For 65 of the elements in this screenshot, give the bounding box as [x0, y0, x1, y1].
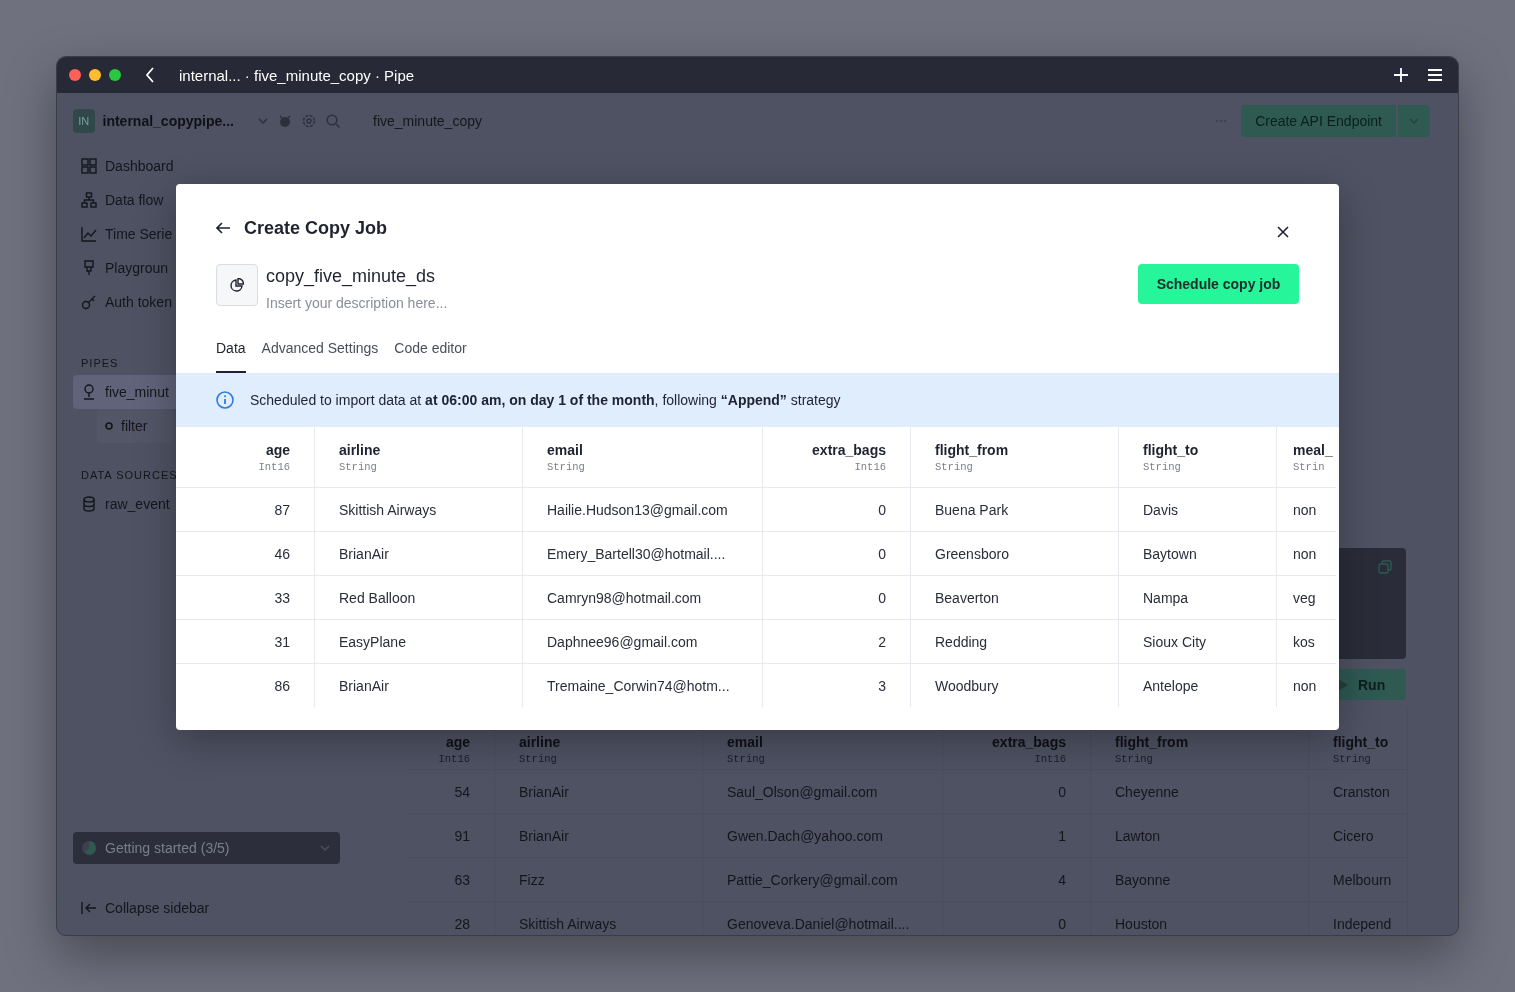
table-cell: Bayonne — [1091, 857, 1309, 901]
table-cell: non — [1277, 663, 1336, 707]
table-cell: Beaverton — [911, 575, 1119, 619]
table-cell: 3 — [763, 663, 911, 707]
table-cell: Hailie.Hudson13@gmail.com — [523, 487, 763, 531]
table-cell: Lawton — [1091, 813, 1309, 857]
table-cell: BrianAir — [495, 769, 703, 813]
table-cell: Saul_Olson@gmail.com — [703, 769, 943, 813]
table-cell: Independ — [1309, 901, 1408, 935]
table-cell: Baytown — [1119, 531, 1277, 575]
table-cell: Genoveva.Daniel@hotmail.... — [703, 901, 943, 935]
table-cell: 0 — [943, 769, 1091, 813]
table-cell: 28 — [406, 901, 495, 935]
dialog-title: Create Copy Job — [244, 217, 389, 239]
table-cell: 0 — [763, 487, 911, 531]
table-cell: Camryn98@hotmail.com — [523, 575, 763, 619]
table-cell: 87 — [176, 487, 315, 531]
table-cell: 54 — [406, 769, 495, 813]
table-cell: 63 — [406, 857, 495, 901]
table-cell: 2 — [763, 619, 911, 663]
table-cell: 4 — [943, 857, 1091, 901]
table-cell: Nampa — [1119, 575, 1277, 619]
table-cell: veg — [1277, 575, 1336, 619]
pipe-name: copy_five_minute_ds — [266, 265, 437, 288]
table-cell: Skittish Airways — [495, 901, 703, 935]
table-cell: Cranston — [1309, 769, 1408, 813]
table-cell: BrianAir — [495, 813, 703, 857]
table-cell: Emery_Bartell30@hotmail.... — [523, 531, 763, 575]
table-cell: 46 — [176, 531, 315, 575]
table-cell: BrianAir — [315, 531, 523, 575]
table-cell: 91 — [406, 813, 495, 857]
table-cell: 31 — [176, 619, 315, 663]
table-cell: Antelope — [1119, 663, 1277, 707]
table-cell: Cheyenne — [1091, 769, 1309, 813]
table-cell: 1 — [943, 813, 1091, 857]
window-title: internal... · five_minute_copy · Pipe — [179, 66, 416, 84]
table-cell: Fizz — [495, 857, 703, 901]
table-cell: 86 — [176, 663, 315, 707]
table-cell: Cicero — [1309, 813, 1408, 857]
table-cell: 33 — [176, 575, 315, 619]
table-cell: Tremaine_Corwin74@hotm... — [523, 663, 763, 707]
table-cell: 0 — [763, 531, 911, 575]
table-cell: Melbourn — [1309, 857, 1408, 901]
table-cell: Woodbury — [911, 663, 1119, 707]
table-cell: non — [1277, 487, 1336, 531]
section-title: DATA SOURCES — [81, 469, 178, 481]
table-cell: Skittish Airways — [315, 487, 523, 531]
table-cell: Redding — [911, 619, 1119, 663]
table-cell: 0 — [943, 901, 1091, 935]
section-title: PIPES — [81, 357, 119, 369]
table-cell: Gwen.Dach@yahoo.com — [703, 813, 943, 857]
table-cell: Houston — [1091, 901, 1309, 935]
table-cell: BrianAir — [315, 663, 523, 707]
table-cell: EasyPlane — [315, 619, 523, 663]
table-cell: Red Balloon — [315, 575, 523, 619]
table-cell: Greensboro — [911, 531, 1119, 575]
table-cell: kos — [1277, 619, 1336, 663]
table-cell: Sioux City — [1119, 619, 1277, 663]
table-cell: Daphnee96@gmail.com — [523, 619, 763, 663]
table-cell: Davis — [1119, 487, 1277, 531]
table-cell: Buena Park — [911, 487, 1119, 531]
table-cell: non — [1277, 531, 1336, 575]
info-message: Scheduled to import data at at 06:00 am, on day 1 of the month, following “Append” strategy — [250, 392, 841, 408]
table-cell: Pattie_Corkery@gmail.com — [703, 857, 943, 901]
table-cell: 0 — [763, 575, 911, 619]
